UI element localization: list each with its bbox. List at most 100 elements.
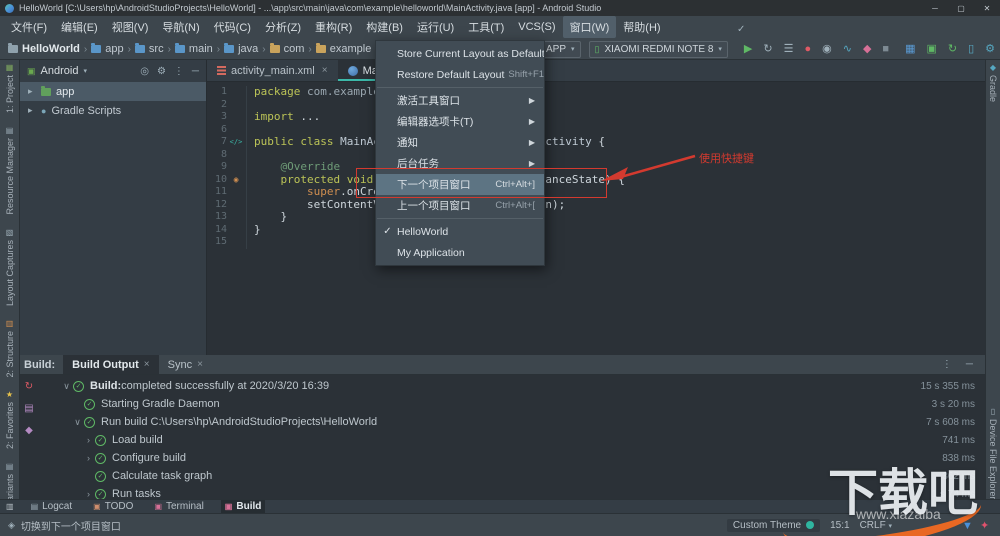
hide-panel-icon[interactable]: ─	[192, 66, 199, 77]
build-row-3[interactable]: › ✓ Load build 741 ms	[40, 431, 985, 449]
device-value: XIAOMI REDMI NOTE 8	[604, 43, 714, 55]
window-menu-item-8[interactable]: 上一个项目窗口 Ctrl+Alt+[	[376, 195, 544, 216]
menubar-item-5[interactable]: 分析(Z)	[258, 16, 308, 38]
breadcrumb-item-app[interactable]: app	[91, 43, 124, 55]
apply-changes-icon[interactable]: ↻	[763, 43, 772, 55]
tree-item-gradle-scripts[interactable]: ▸ ● Gradle Scripts	[20, 101, 206, 120]
window-menu-item-10[interactable]: ✓ HelloWorld	[376, 221, 544, 242]
menubar-item-3[interactable]: 导航(N)	[155, 16, 206, 38]
close-icon[interactable]: ×	[197, 359, 203, 370]
menubar-item-0[interactable]: 文件(F)	[4, 16, 54, 38]
sdk-manager-icon[interactable]: ⚙	[985, 43, 995, 55]
tree-chevron-icon[interactable]: ›	[82, 489, 95, 499]
build-row-2[interactable]: ∨ ✓ Run build C:\Users\hp\AndroidStudioPro…	[40, 413, 985, 431]
profiler-icon[interactable]: ∿	[843, 43, 852, 55]
menubar-item-8[interactable]: 运行(U)	[410, 16, 461, 38]
tool-stripe-build-variants[interactable]: ▤Build Variants	[5, 463, 15, 499]
stop-icon[interactable]: ■	[882, 43, 889, 55]
breadcrumb-item-helloworld[interactable]: HelloWorld	[8, 43, 80, 55]
menubar-item-7[interactable]: 构建(B)	[359, 16, 410, 38]
tree-chevron-icon[interactable]: ∨	[60, 381, 73, 392]
tool-windows-icon[interactable]: ◈	[8, 520, 15, 531]
gradle-sync-icon[interactable]: ↻	[948, 43, 957, 55]
tool-window-button-build[interactable]: ▣ Build	[220, 500, 266, 513]
breadcrumb-item-src[interactable]: src	[134, 43, 164, 55]
code-line-12: 12 setContentView(R.layout.activity_main…	[207, 198, 985, 211]
build-tab-build-output[interactable]: Build Output ×	[63, 355, 159, 374]
override-gutter-icon[interactable]: ◉	[227, 174, 245, 187]
tool-window-button-logcat[interactable]: ▤ Logcat	[27, 500, 77, 513]
pin-icon[interactable]: ◆	[863, 43, 871, 55]
annotation-arrow	[601, 154, 696, 181]
annotation-label: 使用快捷键	[699, 153, 754, 165]
tool-window-button-todo[interactable]: ▣ TODO	[89, 500, 137, 513]
tool-stripe-2-favorites[interactable]: ★ 2: Favorites	[5, 391, 15, 450]
run-config-select[interactable]: APP ▾	[540, 40, 581, 58]
build-row-0[interactable]: ∨ ✓ Build: completed successfully at 2020/…	[40, 377, 985, 395]
run-configurations-icon[interactable]: ☰	[784, 43, 794, 55]
tool-stripe-resource-manager[interactable]: ▤ Resource Manager	[5, 127, 15, 215]
settings-icon[interactable]: ⚙	[157, 66, 166, 77]
tree-chevron-icon[interactable]: ›	[82, 453, 95, 463]
menubar-item-2[interactable]: 视图(V)	[105, 16, 156, 38]
tool-window-button-terminal[interactable]: ▣ Terminal	[150, 500, 207, 513]
status-message: 切换到下一个项目窗口	[20, 521, 121, 533]
breadcrumb-item-com[interactable]: com	[269, 43, 304, 55]
layout-captures-icon: ▧	[5, 227, 14, 237]
menubar-item-1[interactable]: 编辑(E)	[54, 16, 105, 38]
device-select[interactable]: ▯ XIAOMI REDMI NOTE 8 ▾	[588, 40, 728, 58]
tool-window-toggle-icon[interactable]: ▥	[6, 502, 14, 511]
locate-file-icon[interactable]: ◎	[140, 66, 149, 77]
menubar-item-9[interactable]: 工具(T)	[461, 16, 511, 38]
profile-icon[interactable]: ●	[804, 43, 811, 55]
window-menu-item-3[interactable]: 激活工具窗口 ▶	[376, 90, 544, 111]
menubar-item-11[interactable]: 窗口(W)	[562, 16, 617, 38]
more-options-icon[interactable]: ⋮	[942, 359, 952, 370]
tool-stripe-gradle[interactable]: ◆ Gradle	[988, 64, 998, 103]
project-view-selector[interactable]: Android	[41, 65, 79, 77]
breadcrumb-item-java[interactable]: java	[224, 43, 258, 55]
run-icon[interactable]: ▶	[744, 43, 752, 55]
menubar-item-10[interactable]: VCS(S)	[511, 18, 562, 36]
restart-build-icon[interactable]: ↻	[25, 381, 33, 392]
window-menu-item-11[interactable]: My Application	[376, 242, 544, 263]
tool-stripe-1-project[interactable]: ▦ 1: Project	[5, 64, 15, 114]
close-icon[interactable]: ×	[322, 65, 328, 76]
more-options-icon[interactable]: ⋮	[174, 66, 184, 77]
tree-chevron-icon[interactable]: ›	[82, 435, 95, 445]
build-row-1[interactable]: ✓ Starting Gradle Daemon 3 s 20 ms	[40, 395, 985, 413]
tree-chevron-icon[interactable]: ∨	[71, 417, 84, 428]
window-menu-item-5[interactable]: 通知 ▶	[376, 132, 544, 153]
editor-tab-activity-main-xml[interactable]: activity_main.xml ×	[207, 60, 338, 81]
close-button[interactable]: ✕	[974, 0, 1000, 16]
menubar-item-12[interactable]: 帮助(H)	[616, 16, 667, 38]
check-icon: ✓	[383, 226, 392, 237]
menubar-item-6[interactable]: 重构(R)	[308, 16, 359, 38]
layout-inspector-icon[interactable]: ▦	[905, 43, 915, 55]
tree-item-app[interactable]: ▸ app	[20, 82, 206, 101]
window-controls: ─ ▢ ✕	[922, 0, 1000, 16]
line-number: 14	[214, 223, 227, 235]
menubar-item-4[interactable]: 代码(C)	[207, 16, 258, 38]
device-manager-icon[interactable]: ▯	[968, 43, 974, 55]
window-menu-item-4[interactable]: 编辑器选项卡(T) ▶	[376, 111, 544, 132]
minimize-button[interactable]: ─	[922, 0, 948, 16]
pin-tab-icon[interactable]: ◆	[25, 425, 33, 436]
java-class-icon	[347, 65, 358, 76]
build-tab-sync[interactable]: Sync ×	[159, 355, 212, 374]
maximize-button[interactable]: ▢	[948, 0, 974, 16]
attach-debugger-icon[interactable]: ◉	[822, 43, 832, 55]
tool-stripe-device-file-explorer[interactable]: ▯ Device File Explorer	[988, 408, 998, 500]
breadcrumb-item-main[interactable]: main	[174, 43, 213, 55]
tool-stripe-layout-captures[interactable]: ▧ Layout Captures	[5, 227, 15, 306]
close-icon[interactable]: ×	[144, 359, 150, 370]
emulator-icon[interactable]: ▣	[926, 43, 936, 55]
phone-icon: ▯	[594, 43, 600, 54]
window-menu-item-1[interactable]: Restore Default LayoutShift+F12	[376, 64, 544, 85]
filter-icon[interactable]: ▤	[24, 403, 33, 414]
tool-stripe-2-structure[interactable]: ▥ 2: Structure	[5, 319, 15, 377]
window-menu-item-0[interactable]: Store Current Layout as Default	[376, 43, 544, 64]
breadcrumb-item-example[interactable]: example	[315, 43, 371, 55]
code-gutter-icon[interactable]: </>	[227, 136, 245, 149]
hide-panel-icon[interactable]: ─	[966, 359, 973, 370]
